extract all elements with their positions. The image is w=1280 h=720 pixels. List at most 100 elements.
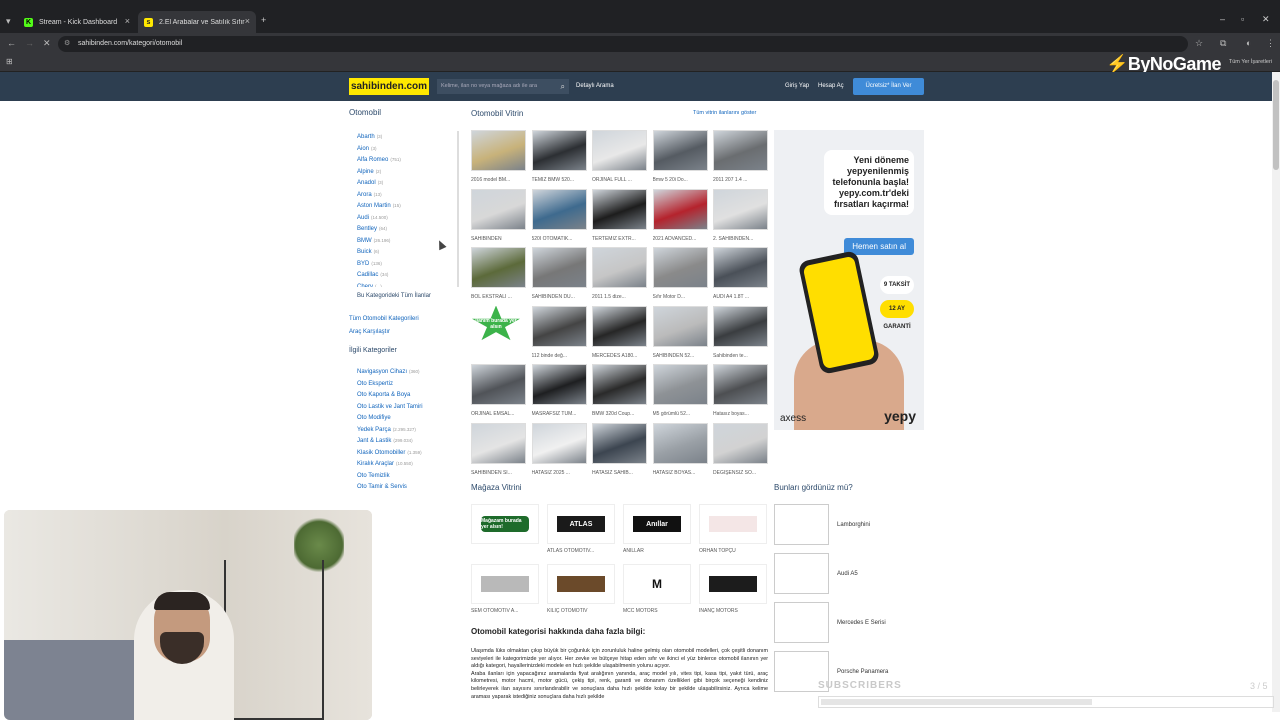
page-scrollbar[interactable] — [1272, 72, 1280, 712]
listing-thumbnail[interactable] — [652, 188, 708, 230]
listing-thumbnail[interactable] — [652, 422, 708, 464]
minimize-icon[interactable]: – — [1220, 14, 1225, 24]
listing-thumbnail[interactable] — [652, 130, 708, 171]
listing-card[interactable]: 2016 model BM... — [471, 130, 527, 183]
related-category-item[interactable]: Oto Lastik ve Jant Tamiri — [357, 401, 467, 413]
store-card[interactable]: KILIÇ OTOMOTİV — [547, 564, 617, 614]
category-item[interactable]: BYD (136) — [357, 258, 457, 270]
maximize-icon[interactable]: ▫ — [1241, 14, 1244, 24]
related-category-item[interactable]: Yedek Parça (2.295.327) — [357, 424, 467, 436]
store-logo-box[interactable] — [699, 564, 767, 604]
all-bookmarks[interactable]: Tüm Yer İşaretleri — [1229, 59, 1272, 65]
listing-card[interactable]: Sıfır Motor D... — [652, 247, 709, 300]
listing-thumbnail[interactable]: İlanım burada yer alsın — [471, 305, 526, 347]
listing-thumbnail[interactable] — [652, 364, 708, 405]
site-logo[interactable]: sahibinden.com — [349, 78, 429, 95]
apps-icon[interactable]: ⊞ — [6, 57, 13, 66]
category-item[interactable]: Anadol (3) — [357, 177, 457, 189]
stop-loading-icon[interactable]: ✕ — [43, 38, 51, 49]
store-card[interactable]: M MCC MOTORS — [623, 564, 693, 614]
listing-card[interactable]: Bmw 5 20i Do... — [652, 130, 709, 183]
listing-card[interactable]: ORJİNAL FULL ... — [592, 130, 648, 183]
listing-card[interactable]: 2. SAHİBİNDEN... — [713, 188, 769, 242]
listing-card[interactable]: SAHİBİNDEN DÜ... — [531, 247, 588, 300]
detailed-search-link[interactable]: Detaylı Arama — [576, 83, 614, 89]
listing-card[interactable]: DEĞİŞENSİZ SO... — [713, 422, 769, 476]
store-logo-box[interactable]: M — [623, 564, 691, 604]
store-card[interactable]: Mağazam burada yer alsın! — [471, 504, 541, 548]
category-item[interactable]: Bentley (64) — [357, 223, 457, 235]
bookmark-star-icon[interactable]: ☆ — [1195, 38, 1203, 49]
listing-card[interactable]: SAHİBİNDEN 52... — [652, 305, 709, 359]
store-card[interactable]: Anıllar ANILLAR — [623, 504, 693, 554]
post-ad-button[interactable]: Ücretsiz* İlan Ver — [853, 78, 924, 95]
listing-thumbnail[interactable] — [713, 422, 768, 464]
category-item[interactable]: Abarth (3) — [357, 131, 457, 143]
listing-thumbnail[interactable] — [471, 188, 526, 230]
store-card[interactable]: SEM OTOMOTİV A... — [471, 564, 541, 614]
listing-thumbnail[interactable] — [471, 422, 526, 464]
search-icon[interactable]: ⌕ — [561, 79, 565, 94]
listing-thumbnail[interactable] — [713, 247, 768, 288]
store-logo-box[interactable]: Mağazam burada yer alsın! — [471, 504, 539, 544]
listing-thumbnail[interactable] — [713, 364, 768, 405]
category-list[interactable]: Abarth (3) Aion (3) Alfa Romeo (751) Alpine (2)… — [357, 131, 459, 287]
listing-thumbnail[interactable] — [471, 130, 526, 171]
related-category-item[interactable]: Navigasyon Cihazı (360) — [357, 366, 467, 378]
seen-image[interactable] — [774, 553, 829, 594]
listing-card[interactable]: AUDİ A4 1.8T ... — [713, 247, 769, 300]
listing-card[interactable]: TEMİZ BMW 520... — [531, 130, 588, 183]
listing-thumbnail[interactable] — [592, 305, 647, 347]
listing-card[interactable]: SAHİBİNDEN Sİ... — [471, 422, 527, 476]
promo-star-icon[interactable]: İlanım burada yer alsın — [472, 305, 520, 341]
category-item[interactable]: Audi (14.500) — [357, 212, 457, 224]
listing-thumbnail[interactable] — [531, 422, 587, 464]
listing-thumbnail[interactable] — [652, 305, 708, 347]
listing-thumbnail[interactable] — [713, 130, 768, 171]
profile-icon[interactable]: ◐ — [1246, 38, 1251, 48]
related-category-item[interactable]: Klasik Otomobiller (1.359) — [357, 447, 467, 459]
listing-card[interactable]: İlanım burada yer alsın — [471, 305, 527, 353]
new-tab-icon[interactable]: + — [261, 15, 266, 25]
listing-thumbnail[interactable] — [471, 247, 526, 288]
related-category-item[interactable]: Oto Tamir & Servis — [357, 481, 467, 493]
forward-icon[interactable]: → — [25, 38, 34, 48]
back-icon[interactable]: ← — [7, 38, 16, 48]
listing-thumbnail[interactable] — [592, 364, 647, 405]
listing-thumbnail[interactable] — [531, 364, 587, 405]
listing-card[interactable]: HATASIZ 2025 ... — [531, 422, 588, 476]
listing-thumbnail[interactable] — [592, 188, 647, 230]
category-item[interactable]: Alfa Romeo (751) — [357, 154, 457, 166]
listing-thumbnail[interactable] — [531, 130, 587, 171]
related-category-item[interactable]: Jant & Lastik (299.034) — [357, 435, 467, 447]
store-logo-box[interactable] — [547, 564, 615, 604]
listing-card[interactable]: 2011 207 1.4 ... — [713, 130, 769, 183]
store-card[interactable]: ATLAS ATLAS OTOMOTİV... — [547, 504, 617, 554]
listing-card[interactable]: HATASIZ SAHİB... — [592, 422, 648, 476]
seen-item[interactable]: Mercedes E Serisi — [774, 602, 924, 643]
listing-card[interactable]: ORJİNAL EMSAL... — [471, 364, 527, 417]
listing-card[interactable]: MERCEDES A180... — [592, 305, 648, 359]
listing-card[interactable]: BOL EKSTRALI ... — [471, 247, 527, 300]
yepy-ad-banner[interactable]: Yeni döneme yepyenilenmiş telefonunla ba… — [774, 130, 924, 430]
seen-item[interactable]: Audi A5 — [774, 553, 924, 594]
category-item[interactable]: Aion (3) — [357, 143, 457, 155]
store-logo-box[interactable] — [699, 504, 767, 544]
listing-card[interactable]: 2011 1.5 dize... — [592, 247, 648, 300]
listing-card[interactable]: SAHİBİNDEN — [471, 188, 527, 242]
compare-link[interactable]: Araç Karşılaştır — [349, 329, 390, 335]
listing-thumbnail[interactable] — [652, 247, 708, 288]
listing-card[interactable]: Hatasız boyas... — [713, 364, 769, 417]
related-category-item[interactable]: Oto Kaporta & Boya — [357, 389, 467, 401]
store-logo-box[interactable]: Anıllar — [623, 504, 691, 544]
listing-thumbnail[interactable] — [713, 305, 768, 347]
listing-card[interactable]: MASRAFSIZ TÜM... — [531, 364, 588, 417]
listing-thumbnail[interactable] — [531, 188, 587, 230]
register-link[interactable]: Hesap Aç — [818, 83, 844, 89]
scrollbar-thumb[interactable] — [1273, 80, 1279, 170]
listing-thumbnail[interactable] — [531, 305, 587, 347]
login-link[interactable]: Giriş Yap — [785, 83, 809, 89]
listing-thumbnail[interactable] — [713, 188, 768, 230]
ad-buy-button[interactable]: Hemen satın al — [844, 238, 914, 255]
tab-kick[interactable]: K Stream - Kick Dashboard × — [18, 11, 136, 33]
